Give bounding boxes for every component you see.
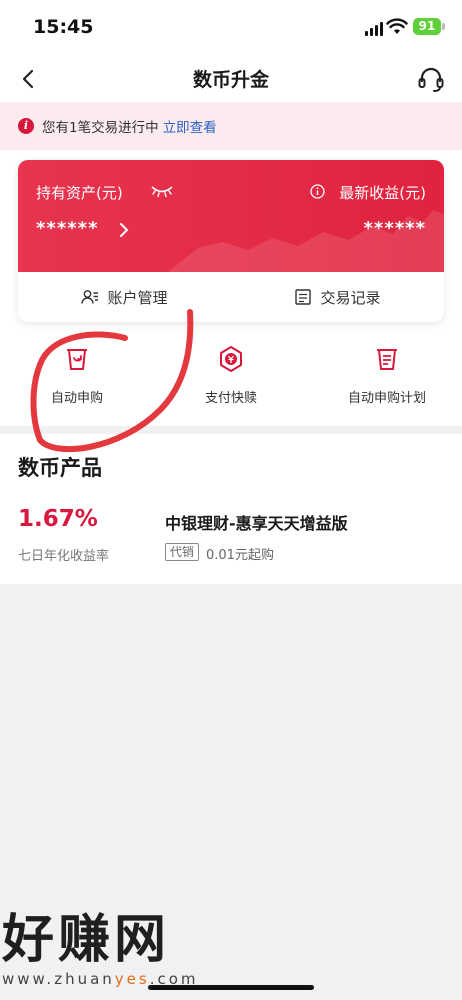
eye-closed-icon[interactable]: [150, 184, 174, 198]
transaction-records-button[interactable]: 交易记录: [231, 272, 444, 322]
info-alert-icon: i: [18, 118, 34, 134]
product-rate-label: 七日年化收益率: [18, 549, 110, 564]
auto-subscribe-label: 自动申购: [50, 391, 103, 406]
decorative-chart-icon: [168, 210, 444, 272]
home-indicator[interactable]: [148, 985, 314, 990]
product-rate[interactable]: 1.67%: [18, 506, 98, 532]
records-icon: [295, 289, 312, 305]
transaction-records-label: 交易记录: [320, 288, 381, 307]
asset-value[interactable]: ******: [36, 218, 98, 239]
watermark-logo: 好赚网: [2, 909, 171, 970]
watermark: 好赚网 www.zhuanyes.com: [2, 909, 199, 989]
account-manage-icon: [81, 290, 99, 304]
customer-service-icon[interactable]: [416, 64, 446, 94]
product-tag: 代销: [165, 543, 200, 561]
nav-bar: 数币升金: [0, 56, 462, 102]
quick-actions: 自动申购 支付快赎 自动申购计划: [0, 345, 462, 415]
page-title: 数币升金: [192, 69, 269, 91]
battery-tip: [442, 23, 445, 30]
auto-subscribe-icon: [67, 349, 87, 370]
notice-text: 您有1笔交易进行中: [42, 120, 159, 136]
card-actions: 账户管理 交易记录: [18, 272, 444, 322]
product-name[interactable]: 中银理财-惠享天天增益版: [165, 510, 348, 534]
quick-redeem-label: 支付快赎: [204, 391, 257, 406]
signal-icon: [365, 22, 383, 36]
wifi-icon: [386, 18, 408, 34]
info-icon[interactable]: [310, 184, 325, 199]
chevron-right-icon[interactable]: [118, 222, 130, 238]
auto-subscribe-button[interactable]: 自动申购: [27, 345, 127, 406]
auto-plan-icon: [377, 349, 397, 370]
account-manage-label: 账户管理: [107, 288, 168, 307]
products-section-title: 数币产品: [18, 456, 102, 480]
asset-label: 持有资产(元): [36, 184, 123, 202]
quick-redeem-button[interactable]: 支付快赎: [181, 345, 281, 406]
quick-redeem-icon: [220, 346, 242, 372]
auto-plan-button[interactable]: 自动申购计划: [331, 345, 443, 406]
status-time: 15:45: [33, 16, 94, 38]
product-min-buy: 0.01元起购: [206, 548, 274, 563]
income-value: ******: [363, 218, 426, 239]
status-bar: 15:45 91: [0, 0, 462, 56]
products-section: 数币产品 1.67% 七日年化收益率 中银理财-惠享天天增益版 代销 0.01元…: [0, 434, 462, 584]
transaction-notice: i 您有1笔交易进行中 立即查看: [0, 102, 462, 150]
battery-icon: 91: [413, 18, 441, 35]
income-label: 最新收益(元): [339, 184, 426, 202]
account-manage-button[interactable]: 账户管理: [18, 272, 231, 322]
asset-card-header: 持有资产(元) 最新收益(元) ****** ******: [18, 160, 444, 272]
view-now-link[interactable]: 立即查看: [163, 116, 217, 136]
asset-card: 持有资产(元) 最新收益(元) ****** ****** 账户管理 交易记录: [18, 160, 444, 322]
auto-plan-label: 自动申购计划: [347, 391, 426, 406]
